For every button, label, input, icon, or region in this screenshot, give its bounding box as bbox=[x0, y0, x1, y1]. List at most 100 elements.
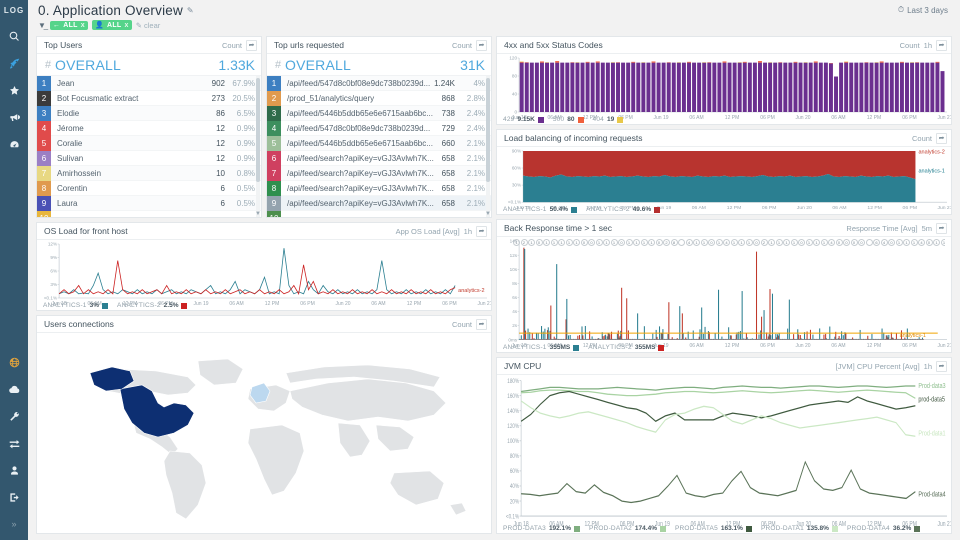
table-row[interactable]: 1Jean90267.9% bbox=[37, 76, 261, 91]
time-range-selector[interactable]: ⏱ Last 3 days bbox=[898, 5, 952, 15]
table-row[interactable]: 8/api/feed/search?apiKey=vGJ3Avlwh7K...6… bbox=[267, 181, 491, 196]
share-icon[interactable]: ➦ bbox=[936, 40, 947, 51]
share-icon[interactable]: ➦ bbox=[936, 361, 947, 372]
rank-badge: 3 bbox=[267, 106, 281, 121]
row-label: /api/feed/search?apiKey=vGJ3Avlwh7K... bbox=[281, 154, 442, 163]
scrollbar-thumb[interactable] bbox=[486, 78, 490, 182]
row-label: /api/feed/search?apiKey=vGJ3Avlwh7K... bbox=[281, 184, 442, 193]
row-label: /api/feed/547d8c0bf08e9dc738b0239d... bbox=[281, 79, 434, 88]
table-row[interactable]: 7/api/feed/search?apiKey=vGJ3Avlwh7K...6… bbox=[267, 166, 491, 181]
filter-pill-user[interactable]: 👤 ALL x bbox=[92, 20, 132, 30]
rank-badge: 1 bbox=[37, 76, 51, 91]
dashboard-icon[interactable] bbox=[3, 133, 25, 155]
table-row[interactable]: 5/api/feed/5446b5ddb65e6e6715aab6bc...66… bbox=[267, 136, 491, 151]
table-row[interactable]: 10 bbox=[37, 211, 261, 217]
svg-text:Jun 21: Jun 21 bbox=[937, 115, 951, 121]
clear-filters-button[interactable]: ✎ clear bbox=[136, 21, 161, 30]
table-row[interactable]: 2/prod_51/analytics/query8682.8% bbox=[267, 91, 491, 106]
collapse-icon[interactable]: » bbox=[3, 513, 25, 535]
chart-legend: ANALYTICS-13% ANALYTICS-22.5% bbox=[43, 302, 187, 309]
eraser-icon: ✎ bbox=[136, 21, 142, 30]
chart-os-load[interactable]: <0.1%3%6%9%12%Jun 1806 AM12 PM06 PMJun 1… bbox=[37, 240, 491, 310]
close-icon[interactable]: x bbox=[81, 22, 85, 29]
rank-badge: 5 bbox=[267, 136, 281, 151]
table-row[interactable]: 3Elodie866.5% bbox=[37, 106, 261, 121]
table-row[interactable]: 2Bot Focusmatic extract27320.5% bbox=[37, 91, 261, 106]
rank-badge: 6 bbox=[37, 151, 51, 166]
table-row[interactable]: 4Jérome120.9% bbox=[37, 121, 261, 136]
cloud-icon[interactable] bbox=[3, 378, 25, 400]
share-icon[interactable]: ➦ bbox=[476, 319, 487, 330]
panel-body[interactable]: <0.1%30%60%90%Jun 1806 AM12 PM06 PMJun 1… bbox=[497, 147, 951, 214]
share-icon[interactable]: ➦ bbox=[476, 226, 487, 237]
svg-text:Jun 20: Jun 20 bbox=[797, 205, 812, 211]
legend-swatch bbox=[654, 207, 660, 213]
share-icon[interactable]: ➦ bbox=[936, 223, 947, 234]
table-row[interactable]: 6/api/feed/search?apiKey=vGJ3Avlwh7K...6… bbox=[267, 151, 491, 166]
svg-text:160%: 160% bbox=[507, 393, 519, 400]
chart-back-response[interactable]: 0ms2s4s6s8s10s12s14sJun 1806 AM12 PM06 P… bbox=[497, 237, 951, 352]
table-row[interactable]: 7Amirhossein100.8% bbox=[37, 166, 261, 181]
panel-body[interactable] bbox=[37, 333, 491, 533]
table-row[interactable]: 9/api/feed/search?apiKey=vGJ3Avlwh7K...6… bbox=[267, 196, 491, 211]
table-row[interactable]: 5Coralie120.9% bbox=[37, 136, 261, 151]
scroll-down-icon[interactable]: ▼ bbox=[255, 211, 261, 217]
panel-title: 4xx and 5xx Status Codes bbox=[504, 40, 603, 50]
user-icon[interactable] bbox=[3, 459, 25, 481]
close-icon[interactable]: x bbox=[125, 22, 129, 29]
filter-pill-source[interactable]: ← ALL x bbox=[50, 21, 88, 30]
list-overall-row: # OVERALL 1.33K bbox=[37, 54, 261, 76]
share-icon[interactable]: ➦ bbox=[936, 133, 947, 144]
legend-item: 40419 bbox=[593, 116, 624, 123]
chart-jvm-cpu[interactable]: <0.1%20%40%60%80%100%120%140%160%180%Jun… bbox=[497, 375, 951, 533]
panel-body[interactable]: <0.1%3%6%9%12%Jun 1806 AM12 PM06 PMJun 1… bbox=[37, 240, 491, 310]
table-row[interactable]: 10 bbox=[267, 211, 491, 217]
transfer-icon[interactable] bbox=[3, 432, 25, 454]
chart-legend: PROD-DATA3192.1% PROD-DATA2174.4% PROD-D… bbox=[503, 525, 920, 532]
filter-icon[interactable]: ▼̲ bbox=[38, 21, 46, 30]
megaphone-icon[interactable] bbox=[3, 106, 25, 128]
row-label: Jérome bbox=[51, 124, 216, 133]
logout-icon[interactable] bbox=[3, 486, 25, 508]
list-rows-users[interactable]: ▼ 1Jean90267.9% 2Bot Focusmatic extract2… bbox=[37, 76, 261, 217]
search-icon[interactable] bbox=[3, 25, 25, 47]
legend-label: ANALYTICS-1 bbox=[503, 344, 547, 351]
legend-item: PROD-DATA1135.8% bbox=[761, 525, 838, 532]
star-icon[interactable] bbox=[3, 79, 25, 101]
rocket-icon[interactable] bbox=[3, 52, 25, 74]
share-icon[interactable]: ➦ bbox=[246, 40, 257, 51]
world-map[interactable] bbox=[37, 333, 491, 533]
table-row[interactable]: 6Sulivan120.9% bbox=[37, 151, 261, 166]
table-row[interactable]: 8Corentin60.5% bbox=[37, 181, 261, 196]
main-area: 0. Application Overview ✎ ⏱ Last 3 days … bbox=[28, 0, 960, 540]
panel-body[interactable]: 04080120Jun 1806 AM12 PM06 PMJun 1906 AM… bbox=[497, 54, 951, 124]
legend-item: PROD-DATA2174.4% bbox=[589, 525, 666, 532]
wrench-icon[interactable] bbox=[3, 405, 25, 427]
panel-body[interactable]: 1210111110011101111028411014111021111011… bbox=[497, 237, 951, 352]
panel-top-users: Top Users Count ➦ # OVERALL 1.33K bbox=[36, 36, 262, 218]
panel-metric-label: Count bbox=[452, 320, 472, 329]
table-row[interactable]: 4/api/feed/547d8c0bf08e9dc738b0239d...72… bbox=[267, 121, 491, 136]
chart-load-balancing[interactable]: <0.1%30%60%90%Jun 1806 AM12 PM06 PMJun 1… bbox=[497, 147, 951, 214]
panel-body[interactable]: <0.1%20%40%60%80%100%120%140%160%180%Jun… bbox=[497, 375, 951, 533]
row-label: Amirhossein bbox=[51, 169, 216, 178]
globe-icon[interactable] bbox=[3, 351, 25, 373]
svg-text:0ms: 0ms bbox=[508, 337, 517, 342]
legend-label: ANALYTICS-2 bbox=[586, 206, 630, 213]
table-row[interactable]: 1/api/feed/547d8c0bf08e9dc738b0239d...1.… bbox=[267, 76, 491, 91]
table-row[interactable]: 9Laura60.5% bbox=[37, 196, 261, 211]
scrollbar-thumb[interactable] bbox=[256, 78, 260, 182]
share-icon[interactable]: ➦ bbox=[476, 40, 487, 51]
scroll-down-icon[interactable]: ▼ bbox=[485, 211, 491, 217]
edit-icon[interactable]: ✎ bbox=[187, 6, 194, 15]
rank-badge: 5 bbox=[37, 136, 51, 151]
overall-value: 1.33K bbox=[218, 57, 255, 73]
table-row[interactable]: 3/api/feed/5446b5ddb65e6e6715aab6bc...73… bbox=[267, 106, 491, 121]
legend-label: ANALYTICS-1 bbox=[43, 302, 87, 309]
chart-status-codes[interactable]: 04080120Jun 1806 AM12 PM06 PMJun 1906 AM… bbox=[497, 54, 951, 124]
panel-interval: 5m bbox=[922, 224, 932, 233]
list-rows-urls[interactable]: ▼ 1/api/feed/547d8c0bf08e9dc738b0239d...… bbox=[267, 76, 491, 217]
rank-badge: 8 bbox=[267, 181, 281, 196]
panel-os-load: OS Load for front host App OS Load [Avg]… bbox=[36, 222, 492, 311]
legend-swatch bbox=[832, 526, 838, 532]
